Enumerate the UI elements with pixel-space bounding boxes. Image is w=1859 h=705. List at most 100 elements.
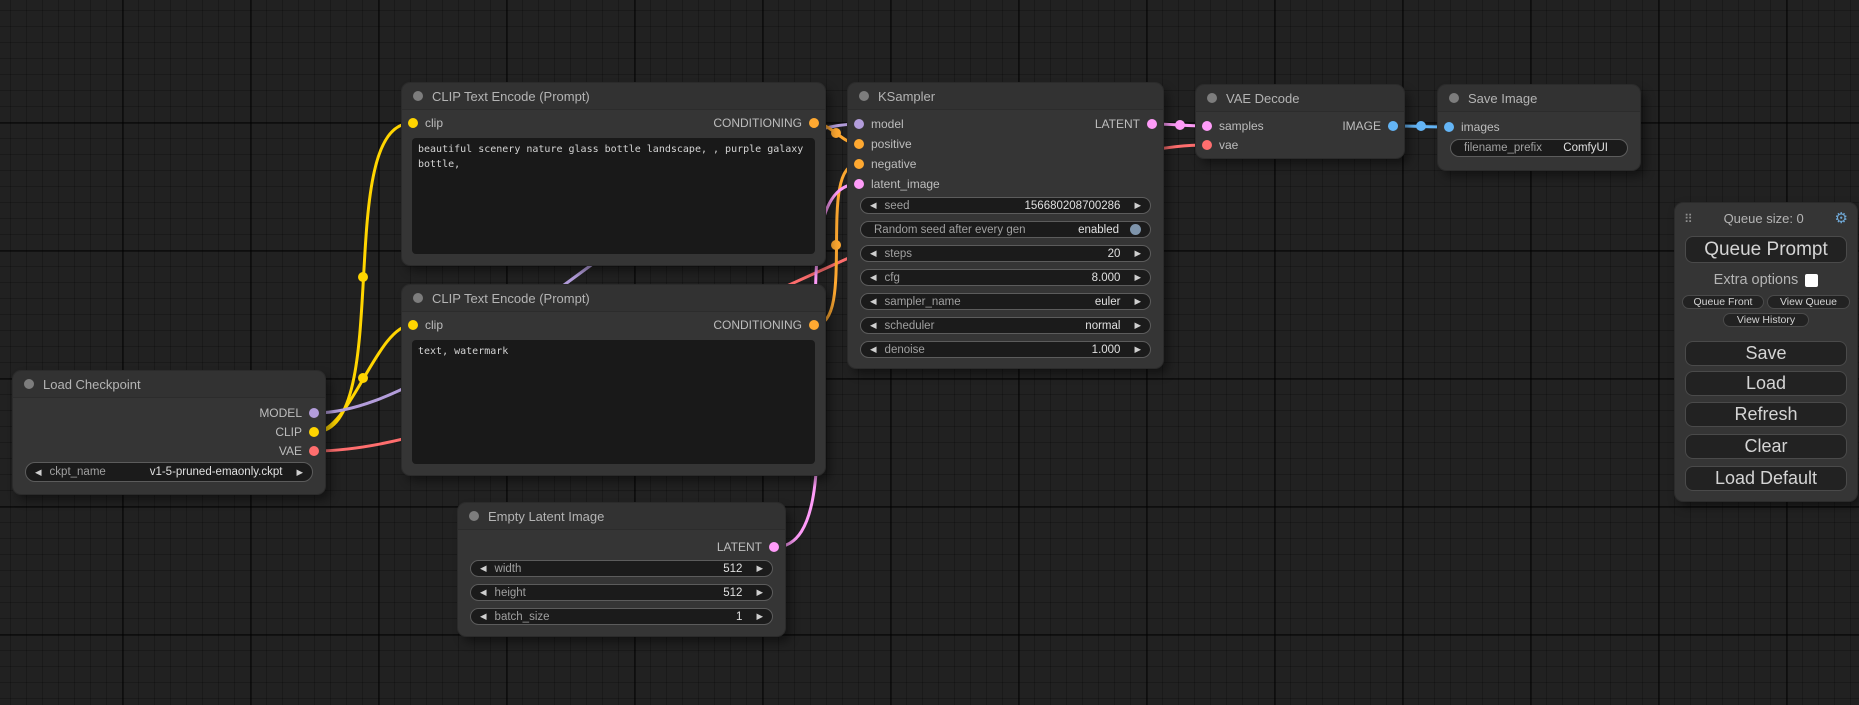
- node-clip-text-encode-negative[interactable]: CLIP Text Encode (Prompt) clip CONDITION…: [402, 285, 825, 475]
- node-ksampler[interactable]: KSampler model positive negative latent_…: [848, 83, 1163, 368]
- input-slot-positive[interactable]: positive: [854, 135, 912, 153]
- scheduler-widget[interactable]: ◀ scheduler normal ▶: [860, 317, 1151, 334]
- decrement-arrow-icon[interactable]: ◀: [35, 468, 42, 477]
- steps-widget[interactable]: ◀ steps 20 ▶: [860, 245, 1151, 262]
- collapse-dot[interactable]: [413, 91, 423, 101]
- load-button[interactable]: Load: [1685, 371, 1847, 396]
- node-empty-latent-image[interactable]: Empty Latent Image LATENT ◀ width 512 ▶ …: [458, 503, 785, 636]
- collapse-dot[interactable]: [469, 511, 479, 521]
- decrement-arrow-icon[interactable]: ◀: [870, 297, 877, 306]
- filename-prefix-widget[interactable]: filename_prefix ComfyUI: [1450, 139, 1628, 157]
- output-dot-latent[interactable]: [1147, 119, 1157, 129]
- cfg-widget[interactable]: ◀ cfg 8.000 ▶: [860, 269, 1151, 286]
- collapse-dot[interactable]: [413, 293, 423, 303]
- gear-icon[interactable]: ⚙: [1835, 211, 1848, 226]
- input-slot-samples[interactable]: samples: [1202, 117, 1264, 135]
- input-slot-negative[interactable]: negative: [854, 155, 916, 173]
- decrement-arrow-icon[interactable]: ◀: [480, 588, 487, 597]
- input-dot-negative[interactable]: [854, 159, 864, 169]
- view-history-button[interactable]: View History: [1723, 313, 1809, 327]
- increment-arrow-icon[interactable]: ▶: [756, 588, 763, 597]
- input-slot-latent-image[interactable]: latent_image: [854, 175, 940, 193]
- collapse-dot[interactable]: [24, 379, 34, 389]
- node-clip-text-encode-positive[interactable]: CLIP Text Encode (Prompt) clip CONDITION…: [402, 83, 825, 265]
- output-slot-clip[interactable]: CLIP: [275, 423, 319, 441]
- node-title[interactable]: Empty Latent Image: [458, 503, 785, 530]
- decrement-arrow-icon[interactable]: ◀: [870, 345, 877, 354]
- node-title[interactable]: VAE Decode: [1196, 85, 1404, 112]
- random-seed-widget[interactable]: Random seed after every gen enabled: [860, 221, 1151, 238]
- input-dot-clip[interactable]: [408, 320, 418, 330]
- queue-prompt-button[interactable]: Queue Prompt: [1685, 236, 1847, 263]
- node-title[interactable]: KSampler: [848, 83, 1163, 110]
- increment-arrow-icon[interactable]: ▶: [1134, 201, 1141, 210]
- node-title[interactable]: CLIP Text Encode (Prompt): [402, 285, 825, 312]
- seed-toggle-icon[interactable]: [1130, 224, 1141, 235]
- collapse-dot[interactable]: [1449, 93, 1459, 103]
- output-slot-latent[interactable]: LATENT: [717, 538, 779, 556]
- input-dot-images[interactable]: [1444, 122, 1454, 132]
- denoise-widget[interactable]: ◀ denoise 1.000 ▶: [860, 341, 1151, 358]
- output-dot-latent[interactable]: [769, 542, 779, 552]
- prompt-textarea[interactable]: beautiful scenery nature glass bottle la…: [412, 138, 815, 254]
- decrement-arrow-icon[interactable]: ◀: [870, 201, 877, 210]
- output-dot-model[interactable]: [309, 408, 319, 418]
- input-dot-model[interactable]: [854, 119, 864, 129]
- increment-arrow-icon[interactable]: ▶: [296, 468, 303, 477]
- collapse-dot[interactable]: [859, 91, 869, 101]
- drag-handle-icon[interactable]: ⠿: [1684, 212, 1693, 226]
- view-queue-button[interactable]: View Queue: [1767, 295, 1850, 309]
- height-widget[interactable]: ◀ height 512 ▶: [470, 584, 773, 601]
- comfyui-canvas[interactable]: { "ui": { "arrow_left": "◀", "arrow_righ…: [0, 0, 1859, 705]
- input-slot-clip[interactable]: clip: [408, 114, 443, 132]
- decrement-arrow-icon[interactable]: ◀: [870, 321, 877, 330]
- input-dot-samples[interactable]: [1202, 121, 1212, 131]
- input-slot-vae[interactable]: vae: [1202, 136, 1238, 154]
- increment-arrow-icon[interactable]: ▶: [1134, 273, 1141, 282]
- node-load-checkpoint[interactable]: Load Checkpoint MODEL CLIP VAE ◀ ckpt_na…: [13, 371, 325, 494]
- output-slot-vae[interactable]: VAE: [279, 442, 319, 460]
- node-save-image[interactable]: Save Image images filename_prefix ComfyU…: [1438, 85, 1640, 170]
- increment-arrow-icon[interactable]: ▶: [756, 612, 763, 621]
- node-title[interactable]: Load Checkpoint: [13, 371, 325, 398]
- output-dot-conditioning[interactable]: [809, 118, 819, 128]
- input-slot-images[interactable]: images: [1444, 118, 1500, 136]
- collapse-dot[interactable]: [1207, 93, 1217, 103]
- sampler-name-widget[interactable]: ◀ sampler_name euler ▶: [860, 293, 1151, 310]
- output-slot-model[interactable]: MODEL: [259, 404, 319, 422]
- increment-arrow-icon[interactable]: ▶: [756, 564, 763, 573]
- input-slot-model[interactable]: model: [854, 115, 904, 133]
- decrement-arrow-icon[interactable]: ◀: [870, 273, 877, 282]
- increment-arrow-icon[interactable]: ▶: [1134, 321, 1141, 330]
- output-dot-image[interactable]: [1388, 121, 1398, 131]
- node-title[interactable]: CLIP Text Encode (Prompt): [402, 83, 825, 110]
- input-slot-clip[interactable]: clip: [408, 316, 443, 334]
- output-slot-conditioning[interactable]: CONDITIONING: [713, 316, 819, 334]
- output-dot-clip[interactable]: [309, 427, 319, 437]
- output-slot-conditioning[interactable]: CONDITIONING: [713, 114, 819, 132]
- output-dot-vae[interactable]: [309, 446, 319, 456]
- input-dot-latent-image[interactable]: [854, 179, 864, 189]
- node-title[interactable]: Save Image: [1438, 85, 1640, 112]
- input-dot-clip[interactable]: [408, 118, 418, 128]
- output-dot-conditioning[interactable]: [809, 320, 819, 330]
- seed-widget[interactable]: ◀ seed 156680208700286 ▶: [860, 197, 1151, 214]
- batch-size-widget[interactable]: ◀ batch_size 1 ▶: [470, 608, 773, 625]
- refresh-button[interactable]: Refresh: [1685, 402, 1847, 427]
- ckpt-name-widget[interactable]: ◀ ckpt_name v1-5-pruned-emaonly.ckpt ▶: [25, 462, 313, 482]
- input-dot-vae[interactable]: [1202, 140, 1212, 150]
- save-button[interactable]: Save: [1685, 341, 1847, 366]
- increment-arrow-icon[interactable]: ▶: [1134, 297, 1141, 306]
- prompt-textarea[interactable]: text, watermark: [412, 340, 815, 464]
- decrement-arrow-icon[interactable]: ◀: [480, 564, 487, 573]
- increment-arrow-icon[interactable]: ▶: [1134, 345, 1141, 354]
- output-slot-image[interactable]: IMAGE: [1342, 117, 1398, 135]
- width-widget[interactable]: ◀ width 512 ▶: [470, 560, 773, 577]
- extra-options-checkbox[interactable]: [1805, 274, 1818, 287]
- clear-button[interactable]: Clear: [1685, 434, 1847, 459]
- decrement-arrow-icon[interactable]: ◀: [870, 249, 877, 258]
- decrement-arrow-icon[interactable]: ◀: [480, 612, 487, 621]
- increment-arrow-icon[interactable]: ▶: [1134, 249, 1141, 258]
- output-slot-latent[interactable]: LATENT: [1095, 115, 1157, 133]
- input-dot-positive[interactable]: [854, 139, 864, 149]
